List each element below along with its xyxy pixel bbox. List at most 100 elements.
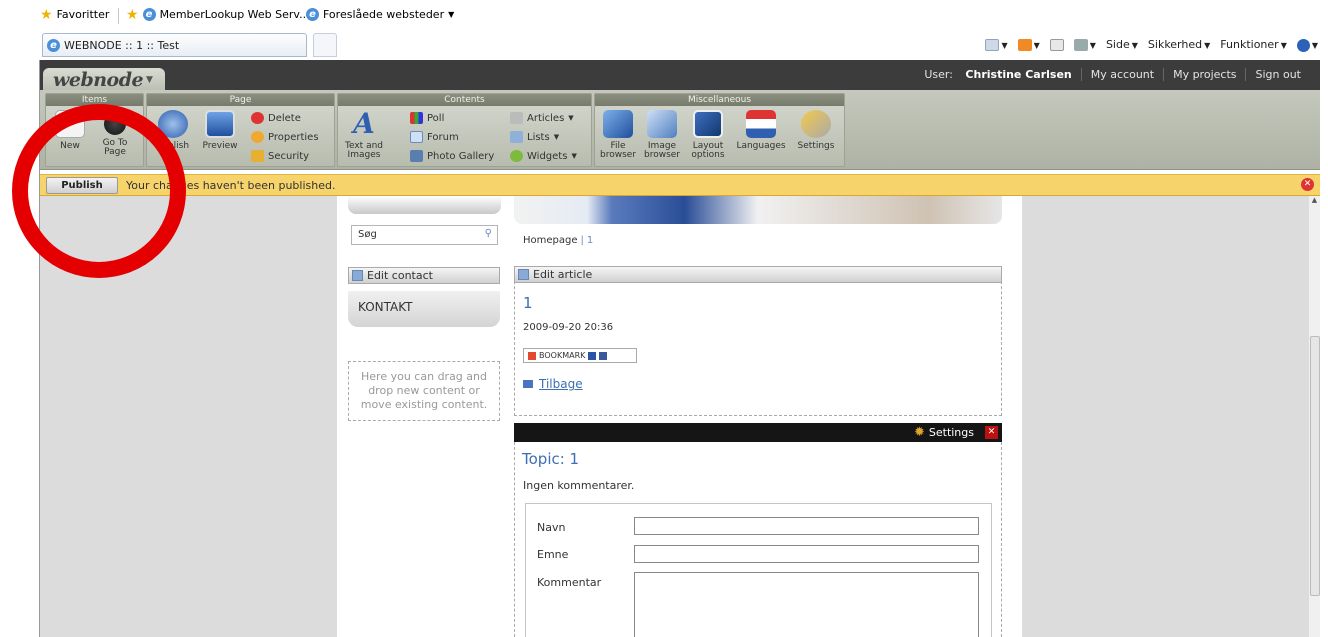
search-icon[interactable]: ⚲ bbox=[485, 228, 492, 239]
text-icon: A bbox=[353, 107, 375, 140]
poll-icon bbox=[410, 112, 423, 124]
sign-out-link[interactable]: Sign out bbox=[1245, 68, 1310, 81]
article-date: 2009-09-20 20:36 bbox=[523, 322, 614, 333]
fav-link-suggested-sites[interactable]: e Foreslåede websteder ▼ bbox=[306, 8, 454, 21]
file-browser-icon bbox=[603, 110, 633, 138]
comments-settings-bar: ✹ Settings ✕ bbox=[514, 423, 1002, 442]
print-icon bbox=[1073, 39, 1088, 52]
settings-ribbon-button[interactable]: Settings bbox=[793, 110, 839, 151]
new-tab-button[interactable] bbox=[313, 33, 337, 57]
back-link[interactable]: Tilbage bbox=[523, 377, 583, 391]
edit-icon bbox=[518, 269, 529, 280]
file-browser-button[interactable]: File browser bbox=[597, 110, 639, 160]
article-box bbox=[514, 266, 1002, 416]
tools-menu[interactable]: Funktioner ▼ bbox=[1220, 38, 1287, 51]
delete-icon bbox=[251, 112, 264, 124]
breadcrumb-home[interactable]: Homepage bbox=[523, 235, 578, 246]
ribbon-group-miscellaneous: Miscellaneous File browser Image browser… bbox=[594, 93, 845, 167]
bookmark-icon bbox=[528, 351, 536, 360]
wrench-icon bbox=[801, 110, 831, 138]
left-column-header bbox=[348, 196, 501, 214]
security-menu[interactable]: Sikkerhed ▼ bbox=[1148, 38, 1210, 51]
command-bar: ▼ ▼ ▼ Side ▼ Sikkerhed ▼ Funktioner ▼ ▼ bbox=[985, 38, 1318, 52]
breadcrumb: Homepage | 1 bbox=[523, 235, 594, 246]
search-input[interactable]: Søg ⚲ bbox=[351, 225, 498, 245]
my-account-link[interactable]: My account bbox=[1080, 68, 1163, 81]
languages-button[interactable]: Languages bbox=[733, 110, 789, 151]
ribbon-group-contents: Contents A Text and Images Poll Forum Ph… bbox=[337, 93, 592, 167]
chevron-down-icon: ▼ bbox=[448, 10, 455, 19]
fav-link-memberlookup[interactable]: ★ e MemberLookup Web Serv... bbox=[126, 8, 310, 22]
ie-page-icon: e bbox=[47, 38, 60, 52]
layout-icon bbox=[693, 110, 723, 138]
webnode-top-bar: webnode ▼ User: Christine Carlsen My acc… bbox=[40, 60, 1320, 92]
bookmark-button[interactable]: BOOKMARK bbox=[523, 348, 637, 363]
print-button[interactable]: ▼ bbox=[1073, 38, 1096, 52]
edit-article-bar[interactable]: Edit article bbox=[514, 266, 1002, 283]
image-browser-button[interactable]: Image browser bbox=[641, 110, 683, 160]
ie-page-icon: e bbox=[142, 8, 156, 21]
mail-icon bbox=[1049, 39, 1064, 52]
remove-icon[interactable]: ✕ bbox=[985, 426, 998, 439]
back-icon bbox=[523, 380, 533, 388]
edit-contact-bar[interactable]: Edit contact bbox=[348, 267, 500, 284]
properties-icon bbox=[251, 131, 264, 143]
favorites-bar: ★ Favoritter ★ e MemberLookup Web Serv..… bbox=[0, 0, 1328, 30]
comment-textarea[interactable] bbox=[634, 572, 979, 637]
mail-button[interactable] bbox=[1049, 38, 1064, 52]
ie-page-icon: e bbox=[306, 8, 319, 21]
articles-button[interactable]: Articles ▼ bbox=[510, 112, 574, 124]
chevron-down-icon[interactable]: ▼ bbox=[146, 75, 153, 85]
article-title: 1 bbox=[523, 294, 533, 312]
delete-button[interactable]: Delete bbox=[251, 112, 301, 124]
scroll-up-icon[interactable]: ▲ bbox=[1309, 196, 1320, 204]
layout-options-button[interactable]: Layout options bbox=[687, 110, 729, 160]
frame-left-blank bbox=[0, 196, 40, 637]
ribbon: Items New Go To Page Page Publish Previe… bbox=[40, 90, 1320, 170]
rss-icon bbox=[1017, 39, 1032, 52]
properties-button[interactable]: Properties bbox=[251, 131, 319, 143]
close-icon[interactable]: ✕ bbox=[1301, 178, 1314, 191]
scrollbar[interactable]: ▲ bbox=[1308, 196, 1320, 637]
settings-button[interactable]: ✹ Settings bbox=[913, 424, 974, 440]
forum-button[interactable]: Forum bbox=[410, 131, 459, 143]
edit-icon bbox=[352, 270, 363, 281]
star-icon: ★ bbox=[40, 6, 53, 23]
my-projects-link[interactable]: My projects bbox=[1163, 68, 1245, 81]
gear-icon: ✹ bbox=[913, 424, 925, 440]
help-menu[interactable]: ▼ bbox=[1296, 38, 1318, 52]
text-and-images-button[interactable]: A Text and Images bbox=[342, 110, 386, 160]
home-button[interactable]: ▼ bbox=[985, 38, 1008, 52]
monitor-icon bbox=[205, 110, 235, 138]
user-info: User: Christine Carlsen bbox=[924, 68, 1072, 81]
subject-label: Emne bbox=[537, 548, 569, 561]
page-menu[interactable]: Side ▼ bbox=[1106, 38, 1138, 51]
subject-field[interactable] bbox=[634, 545, 979, 563]
breadcrumb-current: 1 bbox=[586, 235, 594, 246]
articles-icon bbox=[510, 112, 523, 124]
flags-icon bbox=[746, 110, 776, 138]
widgets-icon bbox=[510, 150, 523, 162]
favorites-button[interactable]: ★ Favoritter bbox=[40, 6, 109, 23]
contact-heading: KONTAKT bbox=[348, 291, 500, 327]
drop-zone[interactable]: Here you can drag and drop new content o… bbox=[348, 361, 500, 421]
scroll-thumb[interactable] bbox=[1310, 336, 1320, 596]
facebook-icon bbox=[599, 351, 608, 360]
poll-button[interactable]: Poll bbox=[410, 112, 444, 124]
lists-button[interactable]: Lists ▼ bbox=[510, 131, 559, 143]
unpublished-notice-bar: Publish Your changes haven't been publis… bbox=[40, 174, 1320, 196]
image-browser-icon bbox=[647, 110, 677, 138]
photo-gallery-button[interactable]: Photo Gallery bbox=[410, 150, 494, 162]
security-button[interactable]: Security bbox=[251, 150, 309, 162]
feeds-button[interactable]: ▼ bbox=[1017, 38, 1040, 52]
preview-button[interactable]: Preview bbox=[199, 110, 241, 151]
delicious-icon bbox=[588, 351, 597, 360]
browser-tab-bar: e WEBNODE :: 1 :: Test ▼ ▼ ▼ Side ▼ Sikke… bbox=[0, 30, 1328, 60]
name-field[interactable] bbox=[634, 517, 979, 535]
home-icon bbox=[985, 39, 1000, 52]
name-label: Navn bbox=[537, 521, 566, 534]
header-image bbox=[514, 196, 1002, 224]
browser-tab[interactable]: e WEBNODE :: 1 :: Test bbox=[42, 33, 307, 57]
widgets-button[interactable]: Widgets ▼ bbox=[510, 150, 577, 162]
no-comments-text: Ingen kommentarer. bbox=[523, 479, 635, 492]
